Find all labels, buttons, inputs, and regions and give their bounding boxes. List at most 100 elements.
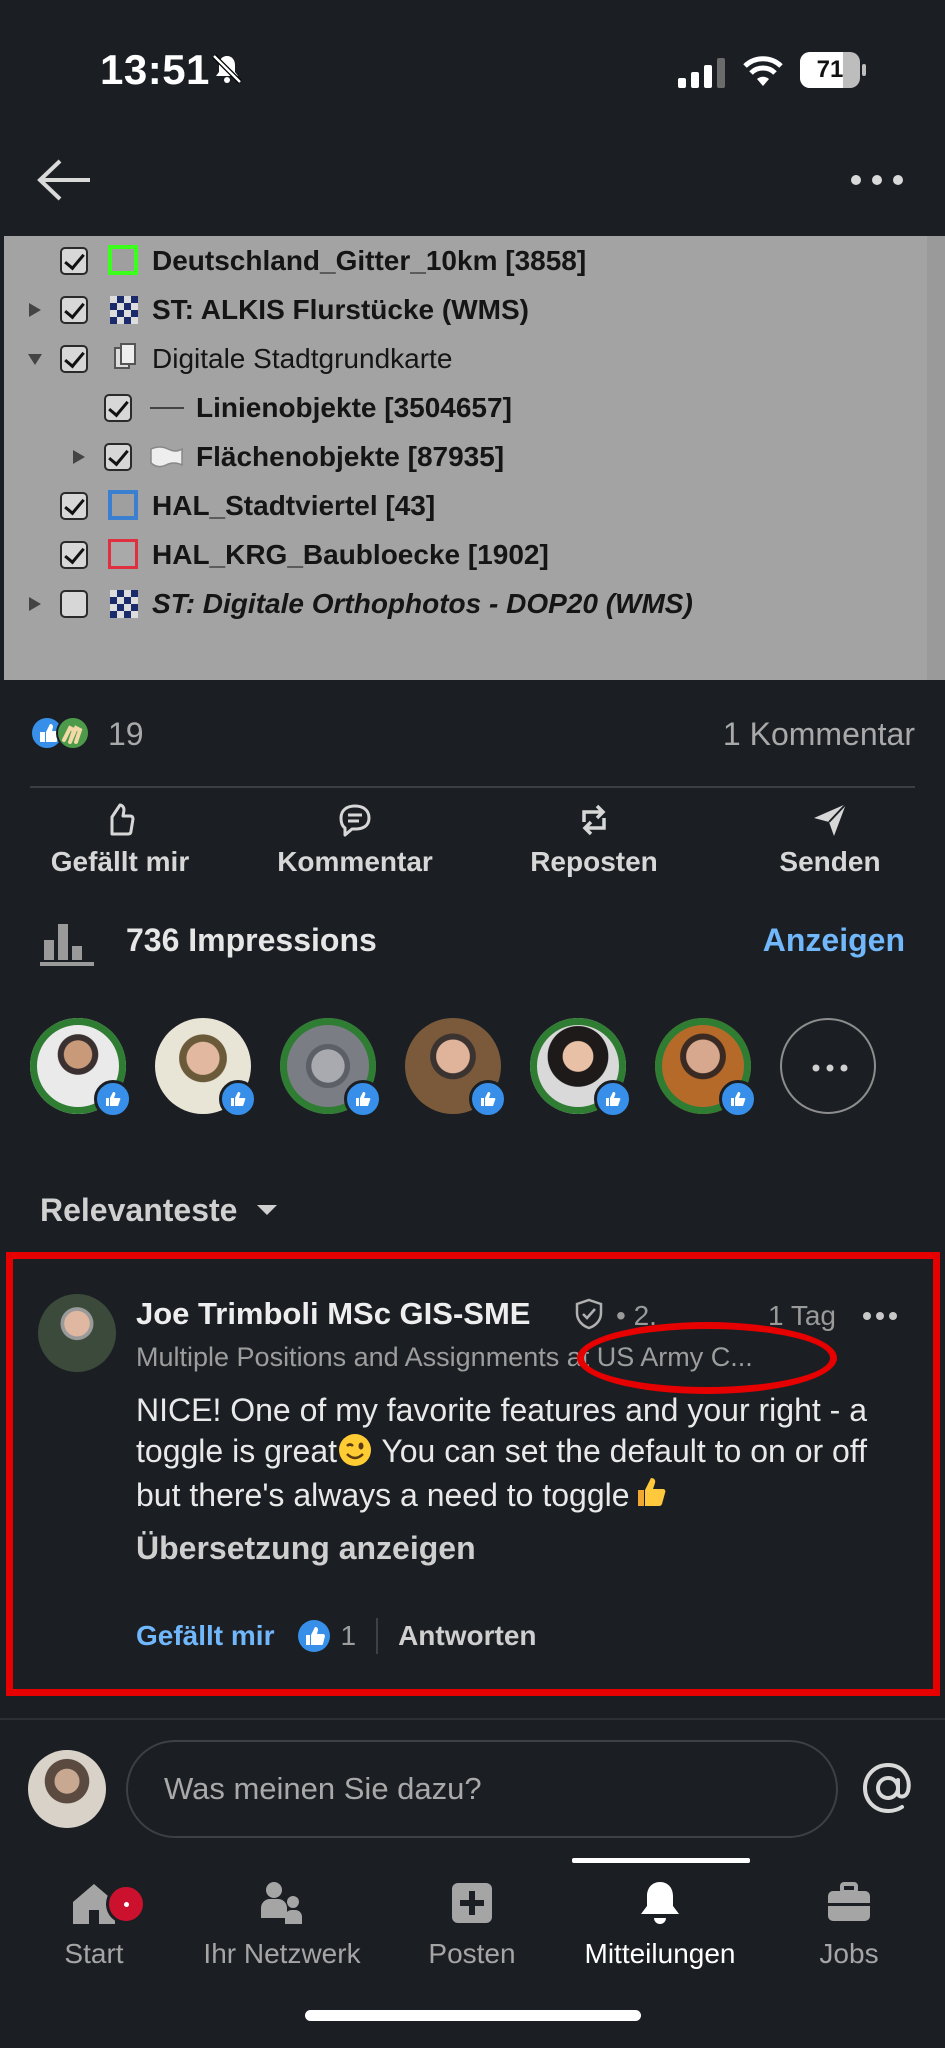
comment-like-count: 1 bbox=[340, 1620, 357, 1651]
tab-notifications[interactable]: Mitteilungen bbox=[560, 1868, 760, 1970]
reply-button[interactable]: Antworten bbox=[398, 1620, 536, 1652]
comment-author-avatar[interactable] bbox=[38, 1294, 116, 1372]
comment-author-name[interactable]: Joe Trimboli MSc GIS-SME bbox=[136, 1296, 530, 1332]
sort-label: Relevanteste bbox=[40, 1191, 238, 1228]
layer-label: Digitale Stadtgrundkarte bbox=[152, 343, 453, 374]
repost-button[interactable]: Reposten bbox=[494, 800, 694, 878]
show-translation-link[interactable]: Übersetzung anzeigen bbox=[136, 1530, 476, 1567]
layer-row: Linienobjekte [3504657] bbox=[104, 387, 512, 429]
back-arrow-icon[interactable] bbox=[36, 158, 94, 202]
wifi-icon bbox=[743, 56, 783, 86]
annotation-ellipse bbox=[577, 1322, 837, 1394]
like-label: Gefällt mir bbox=[50, 846, 190, 877]
battery-indicator: 71 bbox=[800, 52, 866, 88]
comment-count-link[interactable]: 1 Kommentar bbox=[723, 716, 915, 753]
impressions-row: 736 Impressions Anzeigen bbox=[40, 912, 915, 972]
bell-muted-icon bbox=[212, 54, 242, 84]
like-button[interactable]: Gefällt mir bbox=[20, 800, 220, 878]
send-button[interactable]: Senden bbox=[730, 800, 930, 878]
expand-arrow-icon bbox=[73, 450, 85, 464]
more-dots-icon bbox=[812, 1064, 848, 1072]
reactor-avatar[interactable] bbox=[280, 1018, 382, 1118]
send-label: Senden bbox=[779, 846, 881, 877]
divider bbox=[30, 786, 915, 788]
home-indicator bbox=[305, 2010, 641, 2021]
post-image-layer-panel[interactable]: Deutschland_Gitter_10km [3858] ST: ALKIS… bbox=[4, 236, 945, 680]
tab-label: Ihr Netzwerk bbox=[203, 1938, 361, 1969]
layer-row: ST: Digitale Orthophotos - DOP20 (WMS) bbox=[29, 583, 693, 625]
layer-row: ST: ALKIS Flurstücke (WMS) bbox=[29, 289, 529, 331]
layer-label: ST: ALKIS Flurstücke (WMS) bbox=[152, 294, 529, 325]
comment-label: Kommentar bbox=[277, 846, 433, 877]
people-icon bbox=[261, 1882, 302, 1924]
comment-more-icon[interactable] bbox=[862, 1310, 898, 1322]
mention-at-icon[interactable] bbox=[858, 1758, 918, 1818]
separator bbox=[376, 1618, 379, 1654]
status-time: 13:51 bbox=[100, 46, 210, 93]
layer-checkbox bbox=[104, 394, 132, 422]
notification-badge bbox=[106, 1884, 146, 1924]
layer-row: Deutschland_Gitter_10km [3858] bbox=[60, 240, 586, 282]
reactor-avatar[interactable] bbox=[155, 1018, 257, 1118]
like-reaction-icon[interactable] bbox=[296, 1618, 332, 1654]
tab-label: Start bbox=[64, 1938, 124, 1969]
line-icon bbox=[148, 392, 184, 424]
divider bbox=[0, 1718, 945, 1720]
polygon-icon bbox=[148, 441, 184, 473]
tab-label: Mitteilungen bbox=[584, 1938, 736, 1969]
comment-sort-dropdown[interactable]: Relevanteste bbox=[40, 1190, 279, 1230]
reaction-count[interactable]: 19 bbox=[108, 716, 144, 753]
thumbs-up-icon bbox=[110, 803, 135, 836]
layer-checkbox bbox=[104, 443, 132, 471]
tab-network[interactable]: Ihr Netzwerk bbox=[182, 1868, 382, 1970]
battery-level: 71 bbox=[816, 56, 844, 83]
layer-checkbox bbox=[60, 590, 88, 618]
collapse-arrow-icon bbox=[28, 354, 42, 365]
more-options-icon[interactable] bbox=[848, 168, 906, 192]
tab-post[interactable]: Posten bbox=[372, 1868, 572, 1970]
bell-icon bbox=[641, 1882, 679, 1924]
layer-row: HAL_Stadtviertel [43] bbox=[60, 485, 435, 527]
reactor-avatar[interactable] bbox=[530, 1018, 632, 1118]
wms-checker-icon bbox=[104, 294, 140, 326]
reactor-avatar[interactable] bbox=[30, 1018, 132, 1118]
tab-jobs[interactable]: Jobs bbox=[749, 1868, 945, 1970]
impressions-label: 736 Impressions bbox=[126, 922, 377, 958]
caret-down-icon bbox=[257, 1205, 278, 1215]
reaction-icons[interactable] bbox=[30, 714, 94, 752]
top-navigation bbox=[0, 140, 945, 220]
comment-button[interactable]: Kommentar bbox=[255, 800, 455, 878]
blue-square-icon bbox=[104, 490, 140, 522]
reactor-avatar[interactable] bbox=[405, 1018, 507, 1118]
reactor-avatar[interactable] bbox=[655, 1018, 757, 1118]
show-impressions-link[interactable]: Anzeigen bbox=[763, 922, 905, 959]
layer-label: Linienobjekte [3504657] bbox=[196, 392, 512, 423]
comment-icon bbox=[339, 804, 371, 837]
layer-checkbox bbox=[60, 492, 88, 520]
layer-label: HAL_KRG_Baubloecke [1902] bbox=[152, 539, 549, 570]
layer-label: Flächenobjekte [87935] bbox=[196, 441, 505, 472]
thumbs-up-emoji-icon bbox=[637, 1478, 665, 1506]
comment-like-button[interactable]: Gefällt mir bbox=[136, 1620, 274, 1652]
more-reactors-button[interactable] bbox=[780, 1018, 876, 1114]
post-action-bar: Gefällt mir Kommentar Reposten Senden bbox=[0, 800, 945, 890]
tab-start[interactable]: Start bbox=[0, 1868, 194, 1970]
repost-label: Reposten bbox=[530, 846, 658, 877]
status-bar: 13:51 71 bbox=[0, 0, 945, 130]
comment-input[interactable] bbox=[126, 1740, 838, 1838]
tab-label: Posten bbox=[428, 1938, 516, 1969]
expand-arrow-icon bbox=[29, 597, 41, 611]
layer-row: Digitale Stadtgrundkarte bbox=[28, 338, 453, 380]
comment-actions: Gefällt mir 1 Antworten bbox=[136, 1614, 537, 1658]
layer-checkbox bbox=[60, 541, 88, 569]
layer-checkbox bbox=[60, 247, 88, 275]
layer-label: HAL_Stadtviertel [43] bbox=[152, 490, 436, 521]
layer-row: HAL_KRG_Baubloecke [1902] bbox=[60, 534, 549, 576]
layer-checkbox bbox=[60, 296, 88, 324]
red-square-icon bbox=[104, 539, 140, 571]
layer-checkbox bbox=[60, 345, 88, 373]
layer-label: ST: Digitale Orthophotos - DOP20 (WMS) bbox=[152, 588, 693, 619]
comment-body: NICE! One of my favorite features and yo… bbox=[136, 1390, 906, 1516]
send-icon bbox=[814, 803, 847, 836]
bar-chart-icon bbox=[40, 924, 94, 966]
